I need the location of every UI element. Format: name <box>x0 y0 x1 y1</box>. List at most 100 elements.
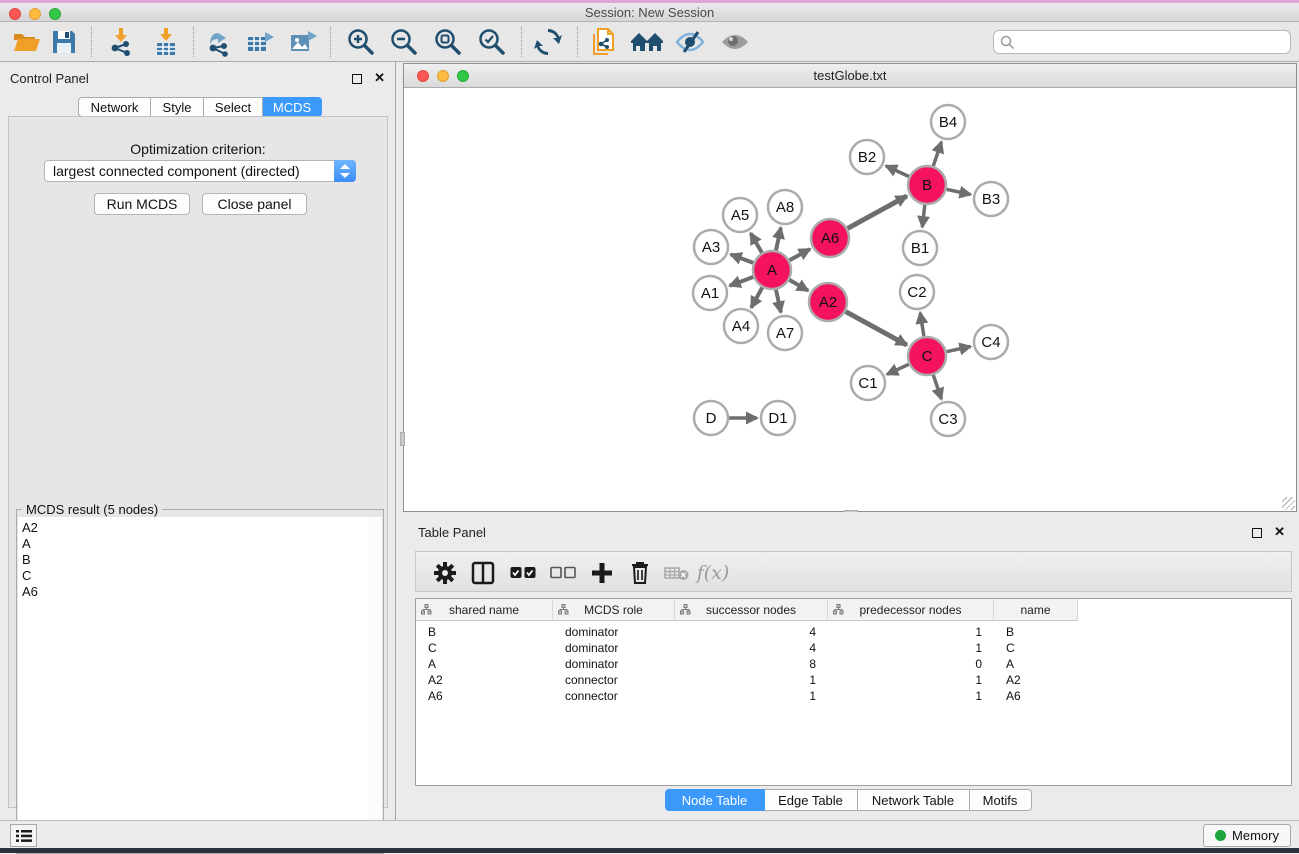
table-row-A6[interactable]: A6connector11A6 <box>416 688 1291 704</box>
graph-node-A4[interactable]: A4 <box>724 309 758 343</box>
cell-predecessor-nodes[interactable]: 1 <box>828 640 994 656</box>
delete-table-icon[interactable] <box>660 556 694 590</box>
add-column-icon[interactable] <box>585 556 619 590</box>
save-session-icon[interactable] <box>47 25 81 59</box>
home-views-icon[interactable] <box>630 25 664 59</box>
cell-MCDS-role[interactable]: connector <box>553 688 675 704</box>
graph-node-A2[interactable]: A2 <box>809 283 847 321</box>
zoom-fit-icon[interactable] <box>431 25 465 59</box>
zoom-in-icon[interactable] <box>344 25 378 59</box>
delete-column-icon[interactable] <box>623 556 657 590</box>
cell-name[interactable]: B <box>994 624 1078 640</box>
cell-successor-nodes[interactable]: 4 <box>675 640 828 656</box>
graph-node-A6[interactable]: A6 <box>811 219 849 257</box>
float-panel-icon[interactable] <box>352 74 362 84</box>
select-all-checkboxes-icon[interactable] <box>506 556 540 590</box>
run-mcds-button[interactable]: Run MCDS <box>94 193 190 215</box>
table-row-A2[interactable]: A2connector11A2 <box>416 672 1291 688</box>
deselect-checkboxes-icon[interactable] <box>546 556 580 590</box>
mcds-result-list[interactable]: A2ABCA6 <box>18 517 370 852</box>
export-image-icon[interactable] <box>287 25 321 59</box>
graph-node-B1[interactable]: B1 <box>903 231 937 265</box>
import-table-icon[interactable] <box>149 25 183 59</box>
tab-motifs[interactable]: Motifs <box>970 789 1032 811</box>
column-header-successor-nodes[interactable]: successor nodes <box>675 599 828 621</box>
cell-predecessor-nodes[interactable]: 0 <box>828 656 994 672</box>
cell-MCDS-role[interactable]: connector <box>553 672 675 688</box>
tab-mcds[interactable]: MCDS <box>263 97 322 117</box>
result-item-B[interactable]: B <box>22 552 369 568</box>
cell-shared-name[interactable]: A6 <box>416 688 553 704</box>
tab-select[interactable]: Select <box>204 97 263 117</box>
graph-node-A7[interactable]: A7 <box>768 316 802 350</box>
column-header-predecessor-nodes[interactable]: predecessor nodes <box>828 599 994 621</box>
cell-predecessor-nodes[interactable]: 1 <box>828 672 994 688</box>
table-row-A[interactable]: Adominator80A <box>416 656 1291 672</box>
gear-icon[interactable] <box>428 556 462 590</box>
graph-node-A5[interactable]: A5 <box>723 198 757 232</box>
graph-node-A1[interactable]: A1 <box>693 276 727 310</box>
graph-node-C1[interactable]: C1 <box>851 366 885 400</box>
dropdown-stepper-icon[interactable] <box>334 160 356 182</box>
close-panel-icon[interactable]: ✕ <box>374 70 385 85</box>
tab-edge-table[interactable]: Edge Table <box>765 789 858 811</box>
table-row-C[interactable]: Cdominator41C <box>416 640 1291 656</box>
network-canvas[interactable]: AA1A2A3A4A5A6A7A8BB1B2B3B4CC1C2C3C4DD1 <box>404 88 1296 511</box>
cell-MCDS-role[interactable]: dominator <box>553 640 675 656</box>
graph-node-B[interactable]: B <box>908 166 946 204</box>
result-item-A[interactable]: A <box>22 536 369 552</box>
graph-node-D[interactable]: D <box>694 401 728 435</box>
table-row-B[interactable]: Bdominator41B <box>416 624 1291 640</box>
export-table-icon[interactable] <box>244 25 278 59</box>
result-item-A2[interactable]: A2 <box>22 520 369 536</box>
cell-successor-nodes[interactable]: 1 <box>675 672 828 688</box>
network-window-titlebar[interactable]: testGlobe.txt <box>404 64 1296 88</box>
tab-style[interactable]: Style <box>151 97 204 117</box>
zoom-out-icon[interactable] <box>387 25 421 59</box>
memory-button[interactable]: Memory <box>1203 824 1291 847</box>
network-graph[interactable]: AA1A2A3A4A5A6A7A8BB1B2B3B4CC1C2C3C4DD1 <box>404 88 1296 511</box>
cell-predecessor-nodes[interactable]: 1 <box>828 624 994 640</box>
column-header-MCDS-role[interactable]: MCDS role <box>553 599 675 621</box>
graph-node-C3[interactable]: C3 <box>931 402 965 436</box>
graph-node-C4[interactable]: C4 <box>974 325 1008 359</box>
float-panel-icon[interactable] <box>1252 528 1262 538</box>
graph-node-D1[interactable]: D1 <box>761 401 795 435</box>
result-item-A6[interactable]: A6 <box>22 584 369 600</box>
tab-network[interactable]: Network <box>78 97 151 117</box>
search-input[interactable] <box>1018 32 1284 52</box>
cell-successor-nodes[interactable]: 4 <box>675 624 828 640</box>
hide-eye-icon[interactable] <box>673 25 707 59</box>
optimization-criterion-dropdown[interactable]: largest connected component (directed) <box>44 160 356 182</box>
cell-MCDS-role[interactable]: dominator <box>553 624 675 640</box>
graph-node-C2[interactable]: C2 <box>900 275 934 309</box>
graph-node-A3[interactable]: A3 <box>694 230 728 264</box>
network-vertical-scroll-thumb[interactable] <box>400 432 405 446</box>
cell-shared-name[interactable]: B <box>416 624 553 640</box>
graph-node-B3[interactable]: B3 <box>974 182 1008 216</box>
search-field[interactable] <box>993 30 1291 54</box>
close-panel-icon[interactable]: ✕ <box>1274 524 1285 539</box>
network-resize-grip[interactable] <box>1282 497 1295 510</box>
tab-node-table[interactable]: Node Table <box>665 789 765 811</box>
graph-node-A8[interactable]: A8 <box>768 190 802 224</box>
show-eye-icon[interactable] <box>718 25 752 59</box>
cell-MCDS-role[interactable]: dominator <box>553 656 675 672</box>
cell-shared-name[interactable]: A <box>416 656 553 672</box>
graph-node-C[interactable]: C <box>908 337 946 375</box>
cell-name[interactable]: A6 <box>994 688 1078 704</box>
refresh-icon[interactable] <box>531 25 565 59</box>
graph-node-B4[interactable]: B4 <box>931 105 965 139</box>
open-session-icon[interactable] <box>10 25 44 59</box>
cell-successor-nodes[interactable]: 8 <box>675 656 828 672</box>
cell-name[interactable]: A2 <box>994 672 1078 688</box>
import-network-icon[interactable] <box>104 25 138 59</box>
cell-shared-name[interactable]: C <box>416 640 553 656</box>
column-header-name[interactable]: name <box>994 599 1078 621</box>
cell-name[interactable]: C <box>994 640 1078 656</box>
task-history-button[interactable] <box>10 824 37 847</box>
node-table[interactable]: shared nameMCDS rolesuccessor nodesprede… <box>415 598 1292 786</box>
export-network-icon[interactable] <box>202 25 236 59</box>
duplicate-network-icon[interactable] <box>588 25 622 59</box>
graph-node-A[interactable]: A <box>753 251 791 289</box>
